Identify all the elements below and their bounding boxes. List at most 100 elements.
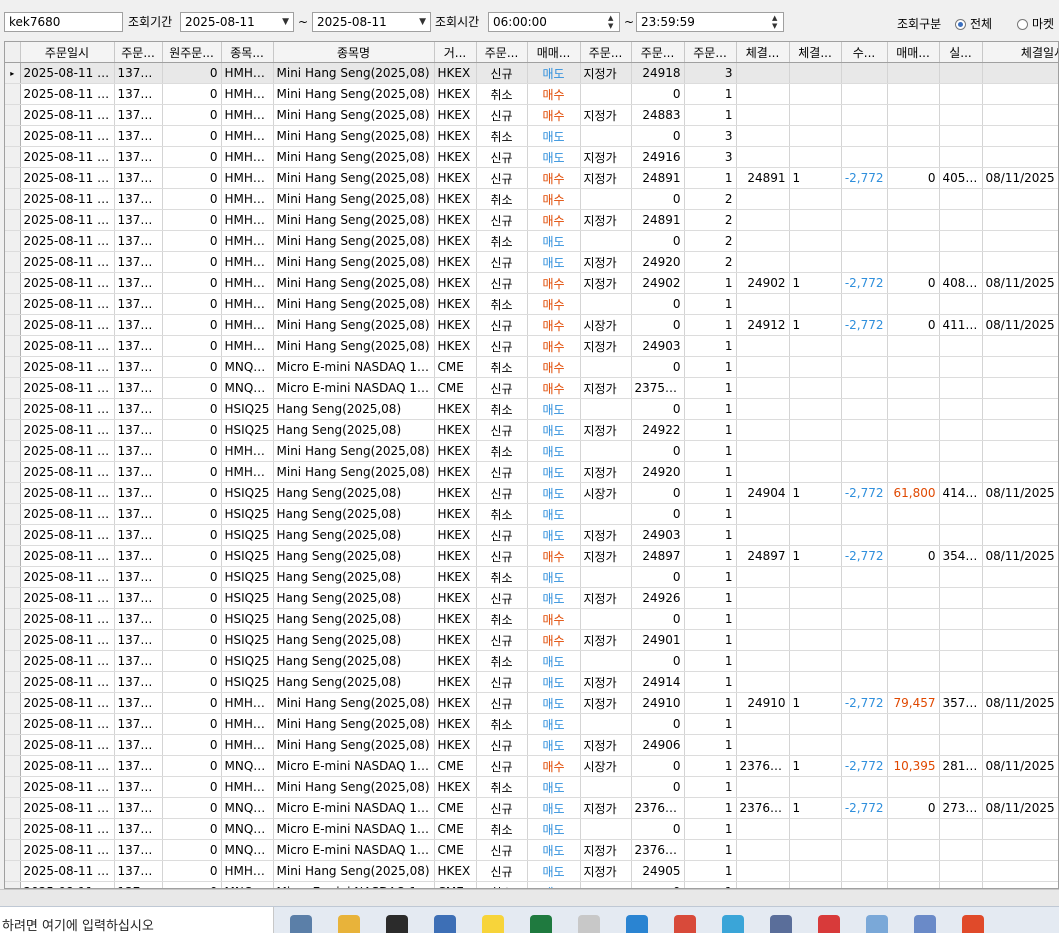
table-row[interactable]: 2025-08-11 1…13771310HMH…Mini Hang Seng(… <box>5 83 1058 105</box>
app-icon[interactable] <box>770 915 792 933</box>
column-header[interactable]: 매매... <box>527 42 581 63</box>
app-icon[interactable] <box>866 915 888 933</box>
row-indicator-header[interactable] <box>5 42 21 63</box>
period-label: 조회기간 <box>128 15 173 29</box>
app-icon[interactable] <box>914 915 936 933</box>
table-row[interactable]: 2025-08-11 1…13770980HMH…Mini Hang Seng(… <box>5 440 1058 462</box>
ie-icon[interactable] <box>626 915 648 933</box>
column-header[interactable]: 수... <box>841 42 888 63</box>
table-row[interactable]: 2025-08-11 1…13770800HMH…Mini Hang Seng(… <box>5 692 1058 714</box>
table-row[interactable]: 2025-08-11 1…13770820HSIQ25Hang Seng(202… <box>5 650 1058 672</box>
table-cell: 1377075 <box>114 755 163 777</box>
radio-all[interactable]: 전체 <box>955 14 992 34</box>
time-to-input[interactable]: 23:59:59 ▲ ▼ <box>636 12 784 32</box>
table-row[interactable]: 2025-08-11 1…13770820HSIQ25Hang Seng(202… <box>5 671 1058 693</box>
table-row[interactable]: 2025-08-11 1…13770720MNQ…Micro E-mini NA… <box>5 797 1058 819</box>
column-header[interactable]: 체결일시 <box>982 42 1058 63</box>
table-row[interactable]: 2025-08-11 1…13771310HMH…Mini Hang Seng(… <box>5 104 1058 126</box>
excel-icon[interactable] <box>530 915 552 933</box>
table-cell: -2,772 <box>841 692 888 714</box>
account-input[interactable]: kek7680 <box>4 12 123 32</box>
table-row[interactable]: 2025-08-11 1…13771050HMH…Mini Hang Seng(… <box>5 272 1058 294</box>
table-row[interactable]: 2025-08-11 1…13770780HMH…Mini Hang Seng(… <box>5 713 1058 735</box>
table-cell: HSIQ25 <box>221 671 274 693</box>
column-header[interactable]: 주문... <box>114 42 163 63</box>
date-from-picker[interactable]: 2025-08-11 ▼ <box>180 12 294 32</box>
radio-selected-icon[interactable] <box>955 19 966 30</box>
column-header[interactable]: 원주문... <box>162 42 222 63</box>
radio-market[interactable]: 마켓 <box>1017 14 1054 34</box>
table-row[interactable]: ▸2025-08-11 1…13771340HMH…Mini Hang Seng… <box>5 62 1058 84</box>
column-header[interactable]: 체결... <box>736 42 790 63</box>
radio-unselected-icon[interactable] <box>1017 19 1028 30</box>
spinner-icon[interactable]: ▲ ▼ <box>608 14 616 30</box>
table-row[interactable]: 2025-08-11 1…13770710MNQ…Micro E-mini NA… <box>5 818 1058 840</box>
app-icon[interactable] <box>578 915 600 933</box>
table-row[interactable]: 2025-08-11 1…13771220HMH…Mini Hang Seng(… <box>5 146 1058 168</box>
table-row[interactable]: 2025-08-11 1…13770940HSIQ25Hang Seng(202… <box>5 482 1058 504</box>
table-cell: Micro E-mini NASDAQ 1… <box>273 839 435 861</box>
column-header[interactable]: 거... <box>434 42 477 63</box>
horizontal-scrollbar[interactable] <box>0 889 1059 907</box>
table-cell: 1377134 <box>114 62 163 84</box>
table-row[interactable]: 2025-08-11 1…13770980HMH…Mini Hang Seng(… <box>5 461 1058 483</box>
table-row[interactable]: 2025-08-11 1…13770670MNQ…Micro E-mini NA… <box>5 881 1058 888</box>
table-row[interactable]: 2025-08-11 1…13771070HMH…Mini Hang Seng(… <box>5 230 1058 252</box>
row-indicator <box>5 440 21 462</box>
table-row[interactable]: 2025-08-11 1…13770990HSIQ25Hang Seng(202… <box>5 398 1058 420</box>
column-header[interactable]: 주문... <box>684 42 737 63</box>
date-to-picker[interactable]: 2025-08-11 ▼ <box>312 12 431 32</box>
table-row[interactable]: 2025-08-11 1…13770780HMH…Mini Hang Seng(… <box>5 734 1058 756</box>
table-row[interactable]: 2025-08-11 1…13770710MNQ…Micro E-mini NA… <box>5 839 1058 861</box>
kakaotalk-icon[interactable] <box>482 915 504 933</box>
app-icon[interactable] <box>434 915 456 933</box>
column-header[interactable]: 종목... <box>221 42 274 63</box>
column-header[interactable]: 주문... <box>580 42 632 63</box>
table-row[interactable]: 2025-08-11 1…13771030HMH…Mini Hang Seng(… <box>5 293 1058 315</box>
column-header[interactable]: 매매... <box>887 42 940 63</box>
table-cell: HKEX <box>434 776 477 798</box>
column-header[interactable]: 주문... <box>631 42 685 63</box>
table-row[interactable]: 2025-08-11 1…13771010MNQ…Micro E-mini NA… <box>5 356 1058 378</box>
app-icon[interactable] <box>818 915 840 933</box>
table-row[interactable]: 2025-08-11 1…13771170HMH…Mini Hang Seng(… <box>5 188 1058 210</box>
table-row[interactable]: 2025-08-11 1…13770750MNQ…Micro E-mini NA… <box>5 755 1058 777</box>
time-from-input[interactable]: 06:00:00 ▲ ▼ <box>488 12 620 32</box>
table-row[interactable]: 2025-08-11 1…13771220HMH…Mini Hang Seng(… <box>5 125 1058 147</box>
table-row[interactable]: 2025-08-11 1…13771180HMH…Mini Hang Seng(… <box>5 167 1058 189</box>
table-cell: HMH… <box>221 314 274 336</box>
chevron-down-icon[interactable]: ▼ <box>419 13 426 31</box>
spinner-icon[interactable]: ▲ ▼ <box>772 14 780 30</box>
table-row[interactable]: 2025-08-11 1…13771040HMH…Mini Hang Seng(… <box>5 314 1058 336</box>
table-row[interactable]: 2025-08-11 1…13771030HMH…Mini Hang Seng(… <box>5 335 1058 357</box>
table-cell: HKEX <box>434 398 477 420</box>
column-header[interactable]: 주문일시 <box>20 42 115 63</box>
column-header[interactable]: 종목명 <box>273 42 435 63</box>
chevron-down-icon[interactable]: ▼ <box>282 13 289 31</box>
taskview-icon[interactable] <box>290 915 312 933</box>
table-row[interactable]: 2025-08-11 1…13770900HSIQ25Hang Seng(202… <box>5 503 1058 525</box>
table-row[interactable]: 2025-08-11 1…13770850HSIQ25Hang Seng(202… <box>5 608 1058 630</box>
column-header[interactable]: 체결... <box>789 42 842 63</box>
table-row[interactable]: 2025-08-11 1…13770860HSIQ25Hang Seng(202… <box>5 587 1058 609</box>
app-icon[interactable] <box>386 915 408 933</box>
table-row[interactable]: 2025-08-11 1…13770900HSIQ25Hang Seng(202… <box>5 524 1058 546</box>
table-row[interactable]: 2025-08-11 1…13771070HMH…Mini Hang Seng(… <box>5 251 1058 273</box>
table-cell <box>736 629 790 651</box>
table-row[interactable]: 2025-08-11 1…13770700HMH…Mini Hang Seng(… <box>5 776 1058 798</box>
table-row[interactable]: 2025-08-11 1…13770870HSIQ25Hang Seng(202… <box>5 545 1058 567</box>
app-icon[interactable] <box>722 915 744 933</box>
taskbar-search-box[interactable]: 하려면 여기에 입력하십시오 <box>0 907 274 933</box>
table-row[interactable]: 2025-08-11 1…13771170HMH…Mini Hang Seng(… <box>5 209 1058 231</box>
table-row[interactable]: 2025-08-11 1…13770700HMH…Mini Hang Seng(… <box>5 860 1058 882</box>
app-icon[interactable] <box>674 915 696 933</box>
table-row[interactable]: 2025-08-11 1…13770850HSIQ25Hang Seng(202… <box>5 629 1058 651</box>
orders-grid[interactable]: 주문일시 주문... 원주문... 종목... 종목명 거... 주문... 매매... 주문.… <box>4 41 1059 889</box>
table-row[interactable]: 2025-08-11 1…13771010MNQ…Micro E-mini NA… <box>5 377 1058 399</box>
folder-icon[interactable] <box>338 915 360 933</box>
column-header[interactable]: 실... <box>939 42 983 63</box>
column-header[interactable]: 주문... <box>476 42 528 63</box>
table-row[interactable]: 2025-08-11 1…13770860HSIQ25Hang Seng(202… <box>5 566 1058 588</box>
chrome-icon[interactable] <box>962 915 984 933</box>
table-row[interactable]: 2025-08-11 1…13770990HSIQ25Hang Seng(202… <box>5 419 1058 441</box>
